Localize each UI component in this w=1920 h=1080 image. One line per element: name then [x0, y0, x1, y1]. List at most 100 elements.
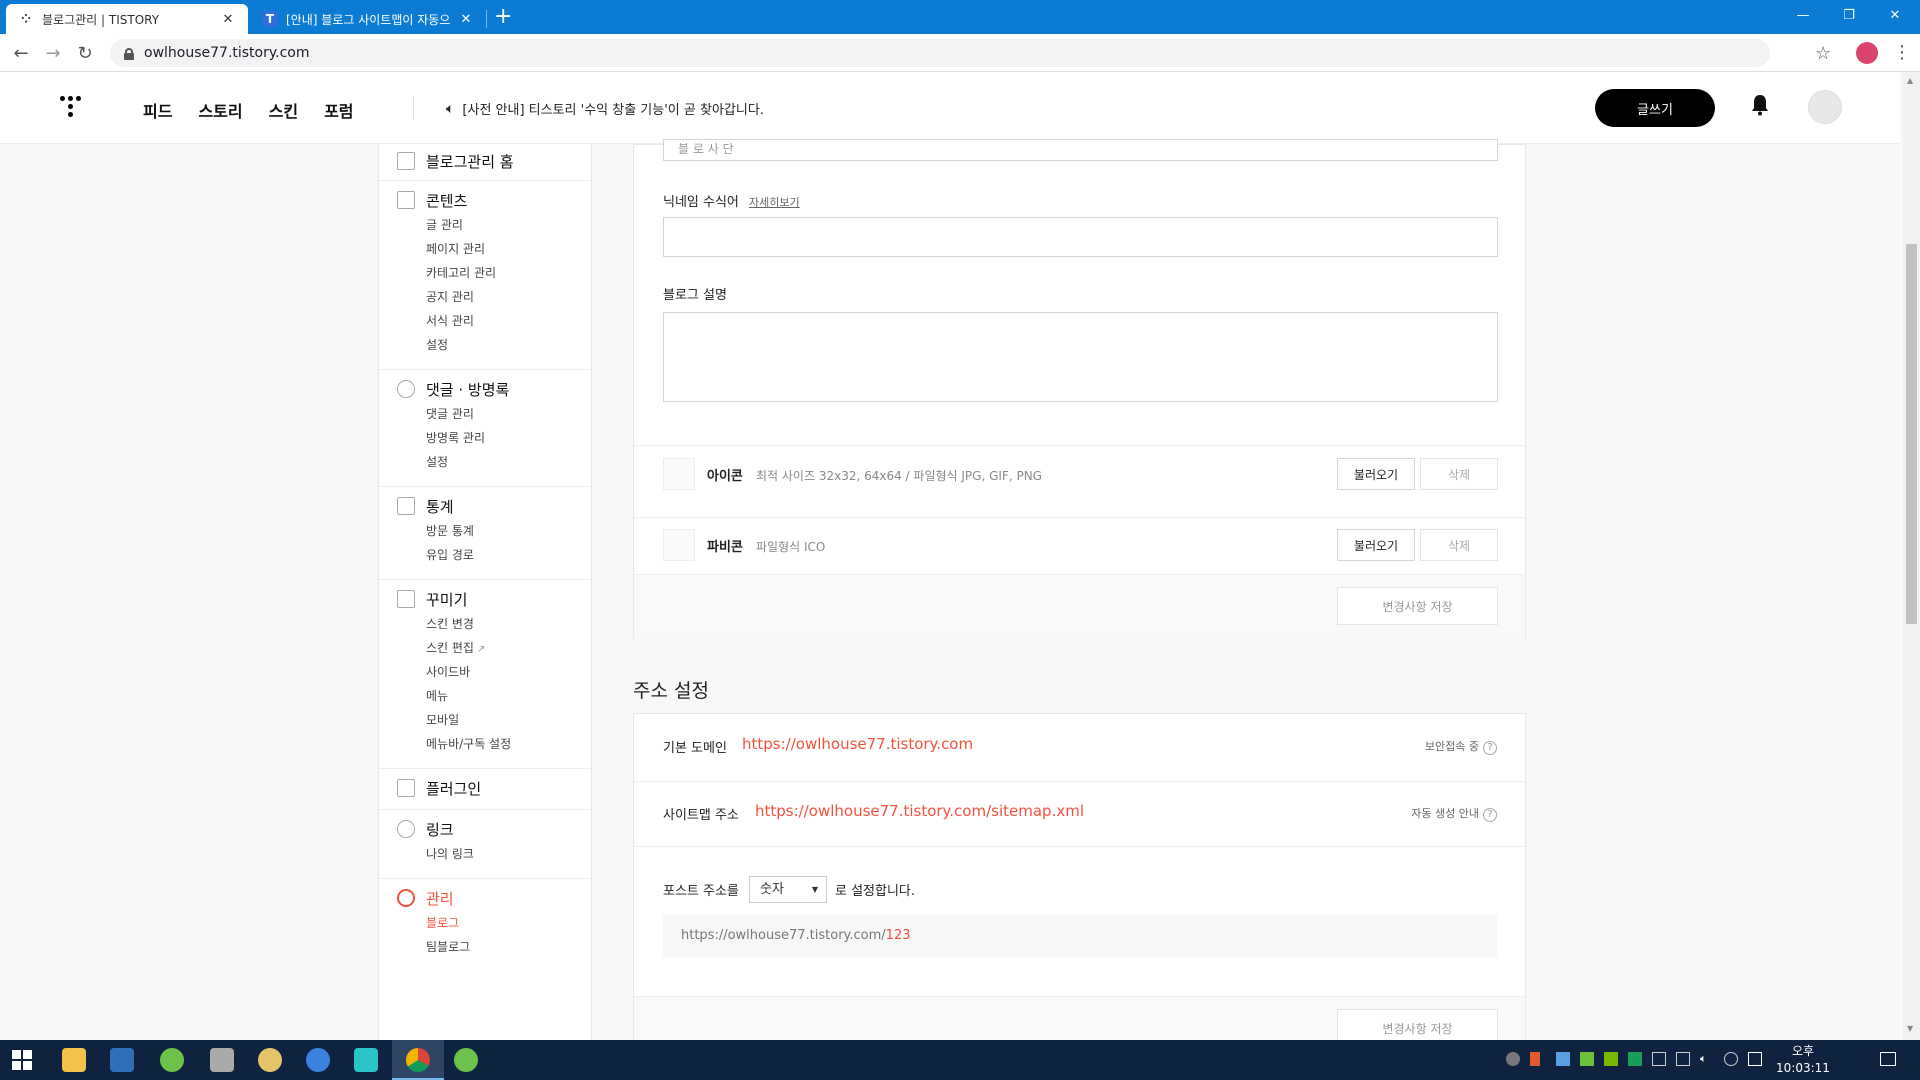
- sidebar-item-notices[interactable]: 공지 관리: [379, 285, 591, 309]
- sidebar-head-stats[interactable]: 통계: [379, 493, 591, 519]
- sidebar-item-posts[interactable]: 글 관리: [379, 213, 591, 237]
- sidebar-item-skin-change[interactable]: 스킨 변경: [379, 612, 591, 636]
- sidebar-head-comments[interactable]: 댓글 · 방명록: [379, 376, 591, 402]
- network-icon[interactable]: [1676, 1052, 1690, 1066]
- sidebar-head-design[interactable]: 꾸미기: [379, 586, 591, 612]
- tray-app-icon[interactable]: [1506, 1052, 1520, 1066]
- blog-description-textarea[interactable]: [663, 312, 1498, 402]
- tab-notice[interactable]: T [안내] 블로그 사이트맵이 자동으 ✕: [250, 4, 486, 34]
- tray-app-icon[interactable]: [1556, 1052, 1570, 1066]
- default-domain-link[interactable]: https://owlhouse77.tistory.com: [742, 735, 973, 753]
- post-address-type-select[interactable]: 숫자 ▼: [749, 876, 827, 903]
- sidebar-item-menubar[interactable]: 메뉴바/구독 설정: [379, 732, 591, 756]
- favicon-delete-button[interactable]: 삭제: [1420, 529, 1498, 561]
- notification-icon[interactable]: [1880, 1052, 1896, 1066]
- scrollbar-thumb[interactable]: [1906, 244, 1917, 624]
- forward-arrow-icon[interactable]: →: [42, 42, 64, 64]
- clock-app-icon[interactable]: [306, 1048, 330, 1072]
- icon-load-button[interactable]: 불러오기: [1337, 458, 1415, 490]
- taskbar-clock[interactable]: 오후 10:03:11 2020-10-19: [1768, 1043, 1838, 1080]
- nav-feed[interactable]: 피드: [143, 98, 172, 122]
- nav-story[interactable]: 스토리: [198, 98, 242, 122]
- file-explorer-icon[interactable]: [62, 1048, 86, 1072]
- speaker-icon: 🔈︎: [446, 100, 455, 117]
- document-icon: [397, 191, 415, 209]
- sidebar-item-categories[interactable]: 카테고리 관리: [379, 261, 591, 285]
- sidebar-item-team-blog[interactable]: 팀블로그: [379, 935, 591, 959]
- tistory-logo-icon[interactable]: [60, 96, 86, 122]
- sidebar-head-links[interactable]: 링크: [379, 816, 591, 842]
- bird-app-icon[interactable]: [354, 1048, 378, 1072]
- tab-title: [안내] 블로그 사이트맵이 자동으: [286, 12, 451, 27]
- sidebar-item-blog[interactable]: 블로그: [379, 911, 591, 935]
- usb-icon[interactable]: [1652, 1052, 1666, 1066]
- shield-icon[interactable]: [1580, 1052, 1594, 1066]
- blog-name-input[interactable]: 블 로 사 단: [663, 139, 1498, 161]
- paint-icon[interactable]: [258, 1048, 282, 1072]
- sidebar-item-templates[interactable]: 서식 관리: [379, 309, 591, 333]
- sidebar-head-manage[interactable]: 관리: [379, 885, 591, 911]
- sidebar-item-menu[interactable]: 메뉴: [379, 684, 591, 708]
- store-icon[interactable]: [110, 1048, 134, 1072]
- post-address-prefix: 포스트 주소를: [663, 884, 739, 899]
- blog-info-panel: 블 로 사 단 닉네임 수식어 자세히보기 블로그 설명 아이콘 최적 사이즈 …: [633, 139, 1526, 639]
- minimize-button[interactable]: —: [1780, 0, 1826, 30]
- sidebar-item-comment-settings[interactable]: 설정: [379, 450, 591, 474]
- sidebar-group-label: 통계: [426, 497, 454, 516]
- kakaotalk-icon[interactable]: [454, 1048, 478, 1072]
- write-button[interactable]: 글쓰기: [1595, 89, 1715, 127]
- sidebar-head-plugins[interactable]: 플러그인: [379, 775, 591, 801]
- icon-delete-button[interactable]: 삭제: [1420, 458, 1498, 490]
- calculator-icon[interactable]: [210, 1048, 234, 1072]
- sidebar-item-home[interactable]: 블로그관리 홈: [379, 148, 591, 174]
- new-tab-button[interactable]: +: [494, 6, 512, 28]
- favicon-load-button[interactable]: 불러오기: [1337, 529, 1415, 561]
- sidebar-head-contents[interactable]: 콘텐츠: [379, 187, 591, 213]
- nav-forum[interactable]: 포럼: [324, 98, 353, 122]
- tray-app-icon[interactable]: [1530, 1052, 1540, 1066]
- sidebar-item-visit-stats[interactable]: 방문 통계: [379, 519, 591, 543]
- reload-icon[interactable]: ↻: [74, 42, 96, 64]
- address-bar[interactable]: owlhouse77.tistory.com: [110, 39, 1770, 67]
- sidebar-item-skin-edit[interactable]: 스킨 편집 ↗: [379, 636, 591, 660]
- sidebar-item-sidebar[interactable]: 사이드바: [379, 660, 591, 684]
- user-avatar[interactable]: [1808, 90, 1842, 124]
- restore-button[interactable]: ❐: [1826, 0, 1872, 30]
- close-tab-icon[interactable]: ✕: [458, 12, 474, 27]
- volume-icon[interactable]: 🔈︎: [1700, 1052, 1707, 1066]
- kakaotalk-app-icon[interactable]: [160, 1048, 184, 1072]
- sidebar-item-my-links[interactable]: 나의 링크: [379, 842, 591, 866]
- close-tab-icon[interactable]: ✕: [220, 12, 236, 27]
- tray-app-icon[interactable]: [1724, 1052, 1738, 1066]
- sidebar-item-mobile[interactable]: 모바일: [379, 708, 591, 732]
- sidebar-item-content-settings[interactable]: 설정: [379, 333, 591, 357]
- nvidia-icon[interactable]: [1604, 1052, 1618, 1066]
- save-changes-button[interactable]: 변경사항 저장: [1337, 587, 1498, 625]
- scroll-up-icon[interactable]: ▲: [1907, 76, 1913, 85]
- sidebar-item-pages[interactable]: 페이지 관리: [379, 237, 591, 261]
- ime-icon[interactable]: [1748, 1052, 1762, 1066]
- page-scrollbar[interactable]: ▲ ▼: [1903, 72, 1920, 1040]
- back-arrow-icon[interactable]: ←: [10, 42, 32, 64]
- bookmark-star-icon[interactable]: ☆: [1815, 43, 1831, 64]
- secure-connection-status[interactable]: 보안접속 중?: [1425, 738, 1497, 755]
- sitemap-help[interactable]: 자동 생성 안내?: [1411, 805, 1497, 822]
- browser-menu-icon[interactable]: ⋮: [1893, 42, 1911, 63]
- tab-blog-admin[interactable]: ⁘ 블로그관리 | TISTORY ✕: [6, 4, 248, 34]
- windows-start-icon[interactable]: [12, 1050, 32, 1070]
- profile-avatar-icon[interactable]: [1856, 42, 1878, 64]
- sitemap-link[interactable]: https://owlhouse77.tistory.com/sitemap.x…: [755, 802, 1084, 820]
- bell-icon[interactable]: [1751, 94, 1769, 116]
- close-window-button[interactable]: ✕: [1872, 0, 1918, 30]
- nav-skin[interactable]: 스킨: [269, 98, 298, 122]
- sidebar-item-guestbook[interactable]: 방명록 관리: [379, 426, 591, 450]
- tray-app-icon[interactable]: [1628, 1052, 1642, 1066]
- select-value: 숫자: [760, 882, 784, 897]
- nickname-more-link[interactable]: 자세히보기: [749, 196, 800, 209]
- scroll-down-icon[interactable]: ▼: [1907, 1024, 1913, 1033]
- chrome-icon[interactable]: [406, 1048, 430, 1072]
- nickname-input[interactable]: [663, 217, 1498, 257]
- sidebar-item-referrers[interactable]: 유입 경로: [379, 543, 591, 567]
- notice-banner[interactable]: 🔈︎ [사전 안내] 티스토리 '수익 창출 기능'이 곧 찾아갑니다.: [446, 99, 764, 119]
- sidebar-item-comments[interactable]: 댓글 관리: [379, 402, 591, 426]
